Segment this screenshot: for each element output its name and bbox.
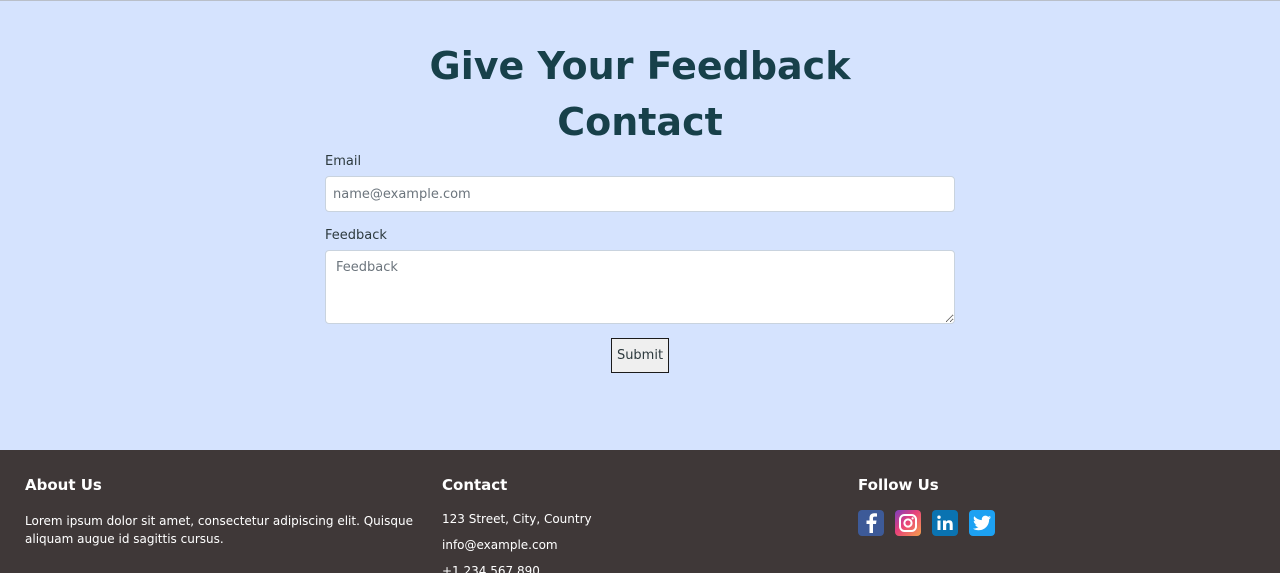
feedback-section: Give Your Feedback Contact (0, 1, 1280, 450)
contact-phone[interactable]: +1 234 567 890 (442, 564, 540, 573)
feedback-textarea[interactable] (325, 250, 955, 324)
contact-address: 123 Street, City, Country (442, 512, 592, 526)
footer: About Us Lorem ipsum dolor sit amet, con… (0, 450, 1280, 573)
facebook-icon[interactable] (858, 510, 884, 536)
feedback-label: Feedback (325, 228, 387, 243)
page-title: Give Your Feedback (429, 44, 851, 88)
about-us-text: Lorem ipsum dolor sit amet, consectetur … (25, 514, 413, 546)
contact-heading: Contact (442, 476, 508, 494)
email-input[interactable] (325, 176, 955, 212)
instagram-icon[interactable] (895, 510, 921, 536)
about-us-heading: About Us (25, 476, 102, 494)
submit-button[interactable]: Submit (611, 338, 669, 373)
email-label: Email (325, 154, 362, 169)
linkedin-icon[interactable] (932, 510, 958, 536)
twitter-icon[interactable] (969, 510, 995, 536)
social-links (858, 510, 995, 536)
contact-email[interactable]: info@example.com (442, 538, 558, 552)
follow-us-heading: Follow Us (858, 476, 939, 494)
page-subtitle: Contact (557, 100, 723, 144)
